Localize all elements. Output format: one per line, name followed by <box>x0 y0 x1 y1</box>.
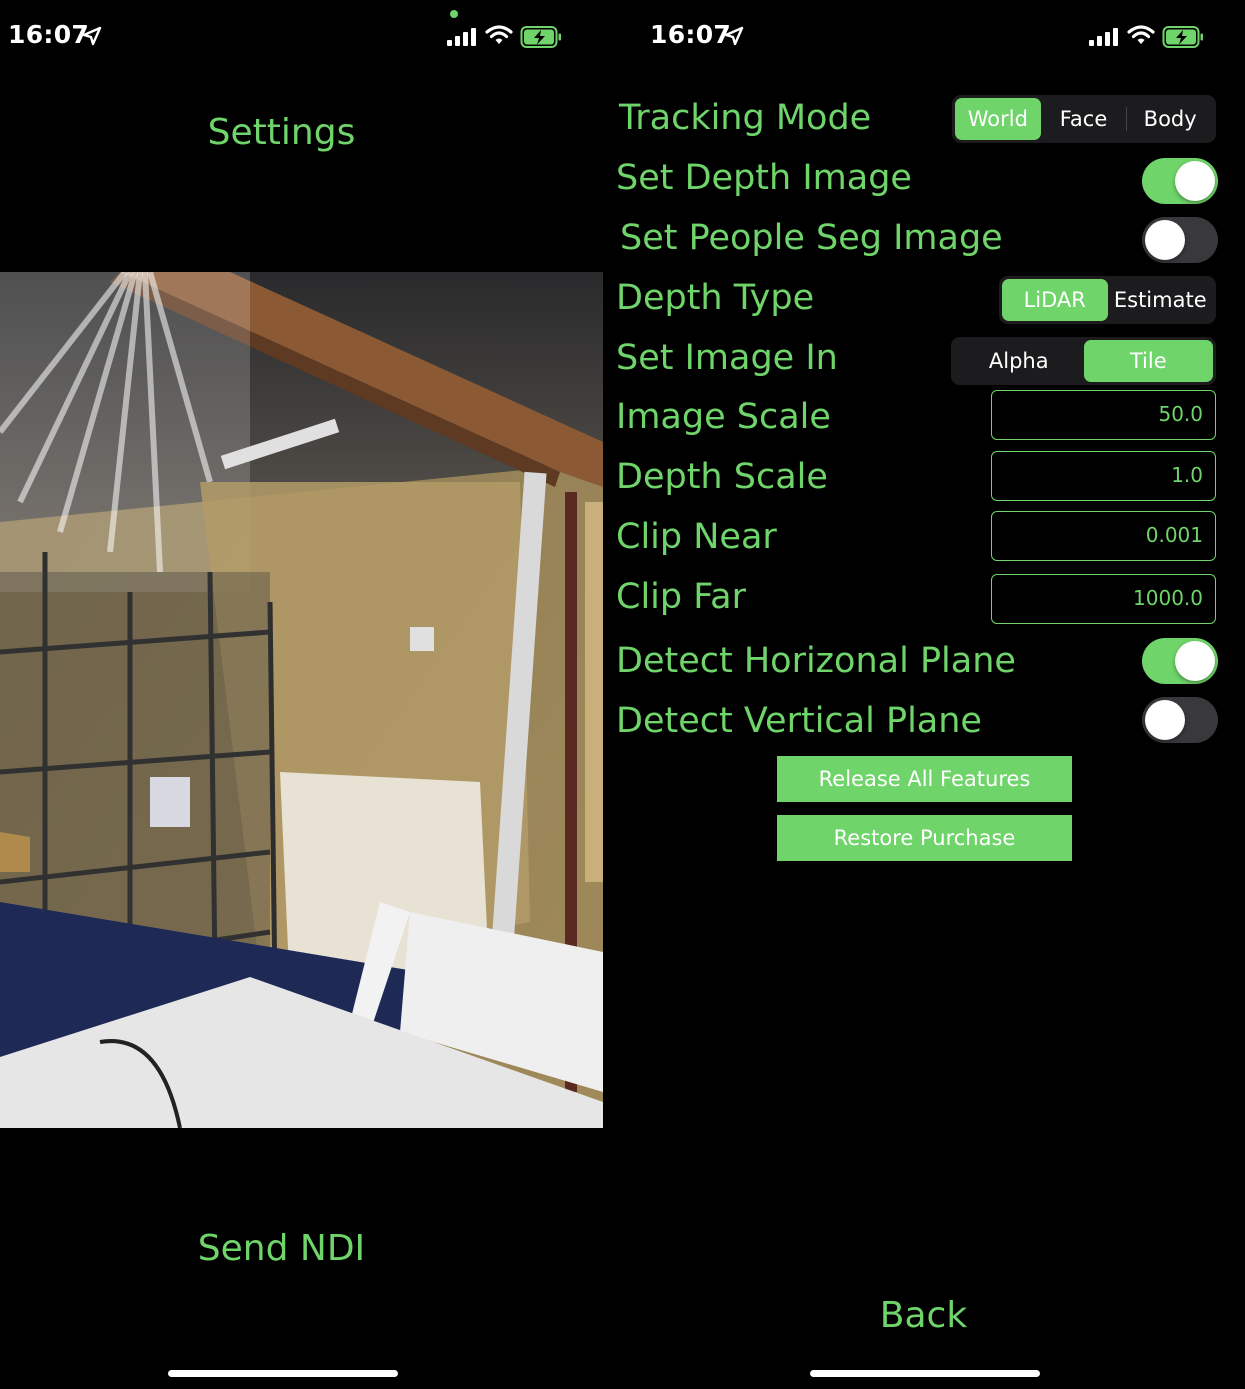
home-indicator[interactable] <box>810 1370 1040 1377</box>
clip-near-field[interactable]: 0.001 <box>991 511 1216 561</box>
battery-charging-icon <box>1162 26 1203 48</box>
set-depth-image-toggle[interactable] <box>1142 158 1218 204</box>
cellular-signal-icon <box>447 28 476 46</box>
segment-lidar[interactable]: LiDAR <box>1002 279 1108 321</box>
right-screen: 16:07 <box>642 0 1245 1389</box>
segment-face[interactable]: Face <box>1041 98 1127 140</box>
privacy-indicator <box>450 10 458 18</box>
send-ndi-button[interactable]: Send NDI <box>0 1228 563 1269</box>
segment-world[interactable]: World <box>955 98 1041 140</box>
depth-type-label: Depth Type <box>616 278 815 318</box>
clip-near-label: Clip Near <box>616 517 777 557</box>
left-screen: 16:07 Settings Send NDI <box>0 0 603 1389</box>
toggle-knob <box>1175 641 1215 681</box>
toggle-knob <box>1145 700 1185 740</box>
toggle-knob <box>1145 220 1185 260</box>
status-time: 16:07 <box>650 20 732 49</box>
toggle-knob <box>1175 161 1215 201</box>
back-button[interactable]: Back <box>642 1295 1205 1336</box>
set-people-seg-image-toggle[interactable] <box>1142 217 1218 263</box>
tracking-mode-label: Tracking Mode <box>619 98 872 138</box>
release-all-features-button[interactable]: Release All Features <box>777 756 1072 802</box>
segment-alpha[interactable]: Alpha <box>954 340 1084 382</box>
set-people-seg-image-label: Set People Seg Image <box>620 218 1003 258</box>
camera-preview <box>0 272 603 1128</box>
depth-scale-field[interactable]: 1.0 <box>991 451 1216 501</box>
restore-purchase-button[interactable]: Restore Purchase <box>777 815 1072 861</box>
depth-type-segmented-control[interactable]: LiDAR Estimate <box>999 276 1216 324</box>
camera-scene-image <box>0 272 603 1128</box>
detect-vertical-plane-toggle[interactable] <box>1142 697 1218 743</box>
segment-body[interactable]: Body <box>1127 98 1213 140</box>
detect-horizontal-plane-toggle[interactable] <box>1142 638 1218 684</box>
wifi-icon <box>485 25 513 44</box>
location-arrow-icon <box>724 26 744 46</box>
detect-vertical-plane-label: Detect Vertical Plane <box>616 701 982 741</box>
home-indicator[interactable] <box>168 1370 398 1377</box>
status-time: 16:07 <box>8 20 90 49</box>
segment-tile[interactable]: Tile <box>1083 340 1213 382</box>
segment-estimate[interactable]: Estimate <box>1108 279 1214 321</box>
image-scale-field[interactable]: 50.0 <box>991 390 1216 440</box>
set-depth-image-label: Set Depth Image <box>616 158 912 198</box>
wifi-icon <box>1127 25 1155 44</box>
status-bar: 16:07 <box>0 0 603 72</box>
image-scale-label: Image Scale <box>616 397 831 437</box>
detect-horizontal-plane-label: Detect Horizonal Plane <box>616 641 1016 681</box>
set-image-in-label: Set Image In <box>616 338 838 378</box>
set-image-in-segmented-control[interactable]: Alpha Tile <box>951 337 1216 385</box>
cellular-signal-icon <box>1089 28 1118 46</box>
clip-far-field[interactable]: 1000.0 <box>991 574 1216 624</box>
tracking-mode-segmented-control[interactable]: World Face Body <box>952 95 1216 143</box>
status-bar: 16:07 <box>642 0 1245 72</box>
clip-far-label: Clip Far <box>616 577 746 617</box>
page-title[interactable]: Settings <box>0 112 563 153</box>
depth-scale-label: Depth Scale <box>616 457 828 497</box>
battery-charging-icon <box>520 26 561 48</box>
location-arrow-icon <box>82 26 102 46</box>
